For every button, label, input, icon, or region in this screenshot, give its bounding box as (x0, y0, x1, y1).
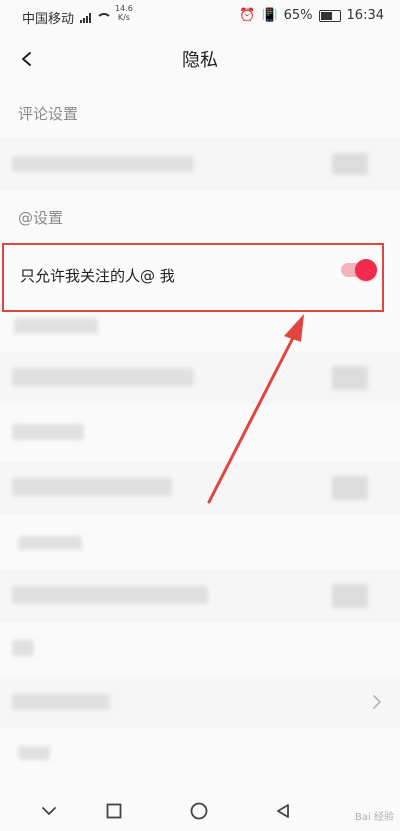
blurred-label (12, 156, 194, 172)
blurred-row-4[interactable] (0, 676, 400, 728)
blurred-label (12, 694, 110, 710)
nav-dropdown-button[interactable] (36, 798, 62, 824)
speed-value: 14.6 (115, 4, 133, 13)
battery-icon (318, 9, 341, 22)
status-bar: 中国移动 14.6 K/s ⏰ 📳 65% 16:34 (0, 0, 400, 32)
square-icon (106, 803, 122, 819)
blurred-section-title (18, 536, 82, 550)
blurred-section-title (18, 746, 50, 760)
blurred-label (12, 478, 172, 496)
status-left: 中国移动 (22, 8, 113, 27)
speed-unit: K/s (117, 13, 130, 22)
blurred-label (12, 586, 208, 604)
blurred-row-1[interactable] (0, 352, 400, 404)
blurred-section-title (12, 640, 34, 656)
blurred-label (12, 368, 194, 386)
battery-percent: 65% (283, 8, 313, 23)
clock: 16:34 (346, 8, 384, 23)
blurred-row-2[interactable] (0, 462, 400, 514)
wifi-icon (95, 12, 113, 23)
blurred-row-3[interactable] (0, 570, 400, 622)
blurred-value (332, 584, 368, 608)
status-right: ⏰ 📳 65% 16:34 (239, 8, 384, 23)
blurred-value (332, 366, 368, 390)
app-header: 隐私 (0, 32, 400, 84)
comment-setting-row[interactable] (0, 138, 400, 190)
highlight-annotation (2, 243, 384, 312)
network-speed: 14.6 K/s (115, 4, 133, 22)
section-title-comments: 评论设置 (18, 105, 79, 123)
circle-icon (190, 802, 208, 820)
nav-recents-button[interactable] (101, 798, 127, 824)
blurred-section-title (12, 424, 84, 440)
signal-icon (80, 12, 92, 23)
blurred-value (332, 153, 368, 175)
vibrate-icon: 📳 (261, 8, 278, 23)
section-title-mentions: @设置 (18, 209, 64, 227)
blurred-section-title (14, 318, 98, 334)
nav-home-button[interactable] (186, 798, 212, 824)
system-nav-bar: Bai 经验 (0, 790, 400, 831)
triangle-back-icon (277, 804, 289, 818)
chevron-right-icon (373, 695, 381, 709)
nav-back-button[interactable] (270, 798, 296, 824)
carrier-name: 中国移动 (22, 12, 75, 27)
watermark: Bai 经验 (355, 812, 394, 823)
chevron-down-icon (42, 807, 56, 815)
alarm-icon: ⏰ (239, 8, 256, 23)
blurred-value (332, 476, 368, 500)
page-title: 隐私 (182, 50, 218, 71)
